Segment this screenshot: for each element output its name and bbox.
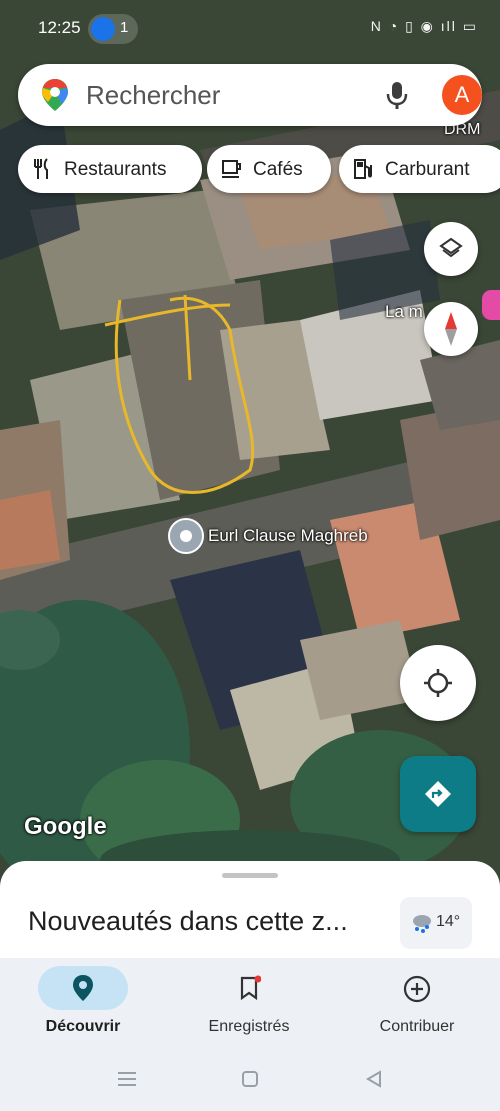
compass-icon: [445, 312, 457, 346]
google-logo: Google: [24, 813, 107, 840]
hotspot-indicator: 1: [88, 14, 138, 44]
compass-button[interactable]: [424, 302, 478, 356]
weather-chip[interactable]: 14°: [400, 897, 472, 949]
bookmark-icon: [240, 975, 261, 1001]
poi-marker-icon[interactable]: [168, 518, 204, 554]
nav-contribuer[interactable]: Contribuer: [334, 958, 500, 1048]
fork-knife-icon: [34, 158, 48, 179]
plus-circle-icon: [403, 975, 431, 1003]
crosshair-icon: [424, 669, 452, 697]
nav-decouvrir[interactable]: Découvrir: [0, 958, 166, 1048]
chip-carburant[interactable]: Carburant: [339, 145, 500, 193]
chip-label: Cafés: [253, 159, 303, 180]
chip-cafes[interactable]: Cafés: [207, 145, 331, 193]
layers-button[interactable]: [424, 222, 478, 276]
system-navigation: [0, 1060, 500, 1100]
drag-handle[interactable]: [222, 873, 278, 878]
recents-menu-icon[interactable]: [116, 1070, 138, 1088]
gas-pump-icon: [354, 159, 372, 179]
nav-enregistres[interactable]: Enregistrés: [166, 958, 332, 1048]
nav-label: Enregistrés: [208, 1018, 290, 1035]
place-marker-icon[interactable]: [482, 290, 500, 320]
location-pin-icon: [73, 975, 93, 1001]
temperature: 14°: [436, 913, 461, 930]
notification-count: 1: [120, 19, 129, 36]
place-label[interactable]: La m: [385, 302, 423, 322]
nav-label: Découvrir: [45, 1018, 121, 1035]
directions-icon: [425, 781, 451, 807]
account-avatar[interactable]: A: [442, 75, 482, 115]
sheet-title[interactable]: Nouveautés dans cette z...: [28, 906, 348, 937]
microphone-icon[interactable]: [384, 80, 410, 110]
hotspot-icon: [91, 17, 115, 41]
status-icons: N ◔ ▯ ◉ ıll ▭: [370, 18, 478, 34]
poi-label[interactable]: Eurl Clause Maghreb: [208, 526, 368, 546]
my-location-button[interactable]: [400, 645, 476, 721]
status-bar: 12:25 1 N ◔ ▯ ◉ ıll ▭: [0, 0, 500, 56]
back-triangle-icon[interactable]: [364, 1069, 384, 1089]
directions-button[interactable]: [400, 756, 476, 832]
chip-restaurants[interactable]: Restaurants: [18, 145, 202, 193]
weather-cloud-icon: [413, 915, 431, 933]
layers-icon: [439, 237, 463, 258]
google-maps-pin-icon: [42, 79, 68, 111]
nav-label: Contribuer: [379, 1018, 455, 1035]
chip-label: Carburant: [385, 159, 470, 180]
status-time: 12:25: [38, 18, 81, 37]
search-input[interactable]: Rechercher: [86, 80, 220, 111]
chip-label: Restaurants: [64, 159, 167, 180]
coffee-cup-icon: [222, 160, 241, 178]
search-bar[interactable]: Rechercher A: [18, 64, 482, 126]
home-square-icon[interactable]: [240, 1069, 260, 1089]
